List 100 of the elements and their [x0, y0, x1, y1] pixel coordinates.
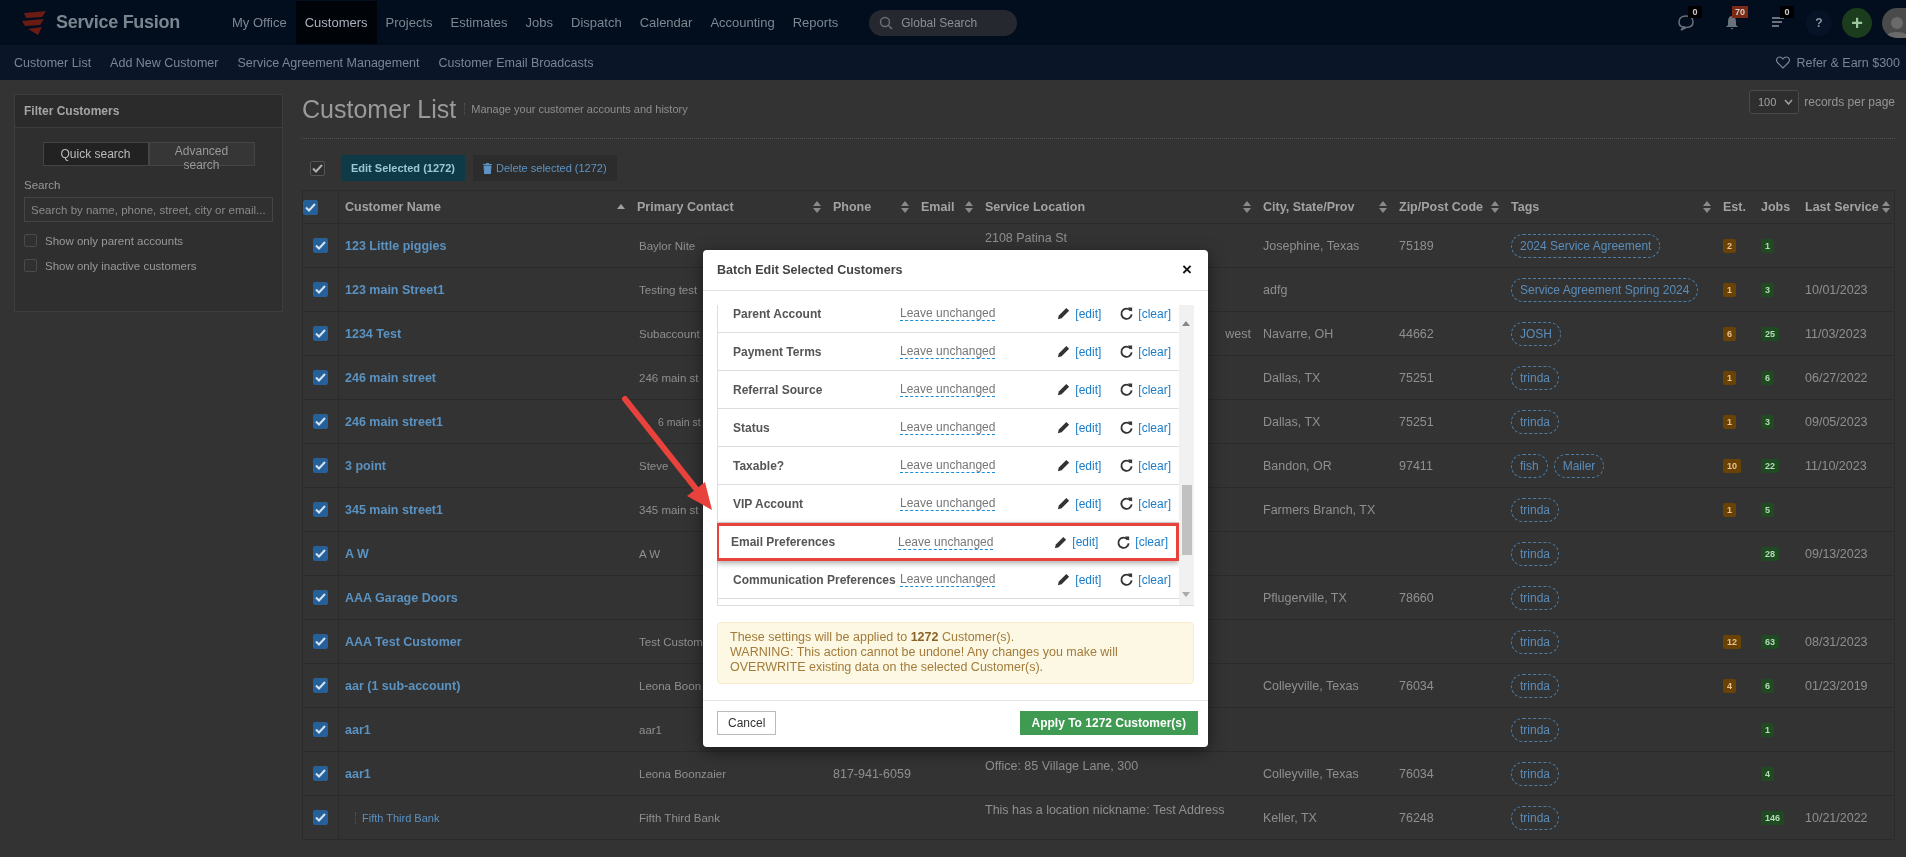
nav-link[interactable]: Accounting	[701, 1, 784, 44]
column-header[interactable]: Email	[921, 200, 955, 214]
row-checkbox[interactable]	[313, 590, 328, 605]
customer-link[interactable]: aar1	[345, 766, 371, 781]
nav-link[interactable]: Dispatch	[562, 1, 631, 44]
refer-link[interactable]: Refer & Earn $300	[1796, 55, 1900, 70]
nav-link[interactable]: Reports	[783, 1, 848, 44]
customer-link[interactable]: 1234 Test	[345, 326, 402, 341]
value-link[interactable]: Leave unchanged	[900, 382, 996, 397]
column-header[interactable]: Tags	[1511, 200, 1540, 214]
header-checkbox[interactable]	[303, 199, 318, 215]
edit-link[interactable]: [edit]	[1075, 572, 1102, 587]
customer-link[interactable]: 345 main street1	[345, 502, 443, 517]
row-checkbox[interactable]	[313, 502, 328, 517]
value-link[interactable]: Leave unchanged	[900, 420, 996, 435]
column-header[interactable]: Primary Contact	[637, 200, 734, 214]
value-link[interactable]: Leave unchanged	[900, 458, 996, 473]
nav-link[interactable]: Projects	[376, 1, 442, 44]
checkbox[interactable]	[24, 259, 37, 272]
customer-link[interactable]: 246 main street1	[345, 414, 443, 429]
edit-link[interactable]: [edit]	[1075, 420, 1102, 435]
clear-link[interactable]: [clear]	[1138, 306, 1171, 321]
customer-link[interactable]: aar1	[345, 722, 371, 737]
edit-selected-button[interactable]: Edit Selected (1272)	[341, 155, 465, 181]
column-header[interactable]: City, State/Prov	[1263, 200, 1355, 214]
value-link[interactable]: Leave unchanged	[900, 344, 996, 359]
customer-link[interactable]: 123 main Street1	[345, 282, 445, 297]
customer-link[interactable]: 123 Little piggies	[345, 238, 447, 253]
nav-link[interactable]: Estimates	[441, 1, 517, 44]
row-checkbox[interactable]	[313, 810, 328, 825]
table-cell: 10/01/2023	[1805, 282, 1868, 297]
nav-link[interactable]: Customers	[295, 1, 377, 44]
nav-link[interactable]: Jobs	[516, 1, 563, 44]
close-button[interactable]: ×	[1180, 260, 1194, 280]
subnav-link[interactable]: Customer List	[14, 55, 92, 70]
clear-link[interactable]: [clear]	[1138, 382, 1171, 397]
edit-link[interactable]: [edit]	[1075, 458, 1102, 473]
column-header[interactable]: Zip/Post Code	[1399, 200, 1484, 214]
row-checkbox[interactable]	[313, 238, 328, 253]
row-checkbox[interactable]	[313, 414, 328, 429]
column-header[interactable]: Customer Name	[345, 200, 441, 214]
column-header[interactable]: Service Location	[985, 200, 1086, 214]
table-cell: 345 main st	[639, 503, 699, 516]
edit-link[interactable]: [edit]	[1075, 496, 1102, 511]
subnav-link[interactable]: Customer Email Broadcasts	[438, 55, 594, 70]
checkbox[interactable]	[24, 234, 37, 247]
customer-link[interactable]: Fifth Third Bank	[355, 811, 440, 824]
column-header[interactable]: Phone	[833, 200, 872, 214]
edit-link[interactable]: [edit]	[1075, 344, 1102, 359]
table-cell: 09/05/2023	[1805, 414, 1868, 429]
customer-link[interactable]: 246 main street	[345, 370, 437, 385]
customer-link[interactable]: 3 point	[345, 458, 386, 473]
row-checkbox[interactable]	[313, 634, 328, 649]
customer-link[interactable]: AAA Test Customer	[345, 634, 462, 649]
table-cell: 76034	[1399, 678, 1434, 693]
subnav-link[interactable]: Service Agreement Management	[237, 55, 420, 70]
column-header[interactable]: Last Service	[1805, 200, 1879, 214]
clear-link[interactable]: [clear]	[1138, 458, 1171, 473]
row-checkbox[interactable]	[313, 282, 328, 297]
search-mode-tab[interactable]: Quick search	[42, 142, 149, 166]
customer-link[interactable]: AAA Garage Doors	[345, 590, 458, 605]
job-count-badge: 5	[1761, 502, 1774, 517]
nav-link[interactable]: My Office	[223, 1, 296, 44]
clear-link[interactable]: [clear]	[1138, 496, 1171, 511]
avatar[interactable]	[1882, 7, 1906, 38]
value-link[interactable]: Leave unchanged	[900, 572, 996, 587]
edit-link[interactable]: [edit]	[1075, 306, 1102, 321]
nav-link[interactable]: Calendar	[630, 1, 702, 44]
help-button[interactable]: ?	[1806, 9, 1832, 36]
value-link[interactable]: Leave unchanged	[900, 496, 996, 511]
pencil-icon	[1056, 458, 1072, 473]
apply-button[interactable]: Apply To 1272 Customer(s)	[1019, 711, 1198, 735]
value-link[interactable]: Leave unchanged	[898, 534, 994, 550]
clear-link[interactable]: [clear]	[1138, 420, 1171, 435]
row-checkbox[interactable]	[313, 546, 328, 561]
delete-selected-button[interactable]: Delete selected (1272)	[472, 155, 617, 181]
clear-link[interactable]: [clear]	[1138, 344, 1171, 359]
edit-link[interactable]: [edit]	[1075, 382, 1102, 397]
scrollbar[interactable]	[1179, 305, 1194, 605]
add-button[interactable]: +	[1842, 7, 1872, 38]
subnav-link[interactable]: Add New Customer	[110, 55, 219, 70]
table-cell: Farmers Branch, TX	[1263, 502, 1376, 517]
global-search-field[interactable]: Global Search	[869, 9, 1018, 36]
clear-link[interactable]: [clear]	[1138, 572, 1171, 587]
cancel-button[interactable]: Cancel	[717, 711, 777, 735]
customer-link[interactable]: aar (1 sub-account)	[345, 678, 461, 693]
value-link[interactable]: Leave unchanged	[900, 306, 996, 321]
per-page-select[interactable]: 100	[1748, 90, 1800, 114]
clear-link[interactable]: [clear]	[1135, 535, 1168, 549]
row-checkbox[interactable]	[313, 326, 328, 341]
customer-link[interactable]: A W	[345, 546, 369, 561]
row-checkbox[interactable]	[313, 370, 328, 385]
row-checkbox[interactable]	[313, 722, 328, 737]
search-field[interactable]: Search by name, phone, street, city or email...	[24, 197, 273, 222]
row-checkbox[interactable]	[313, 766, 328, 781]
row-checkbox[interactable]	[313, 458, 328, 473]
row-checkbox[interactable]	[313, 678, 328, 693]
table-cell: adfg	[1263, 282, 1288, 297]
edit-link[interactable]: [edit]	[1072, 535, 1099, 549]
select-all-checkbox[interactable]	[310, 160, 325, 176]
